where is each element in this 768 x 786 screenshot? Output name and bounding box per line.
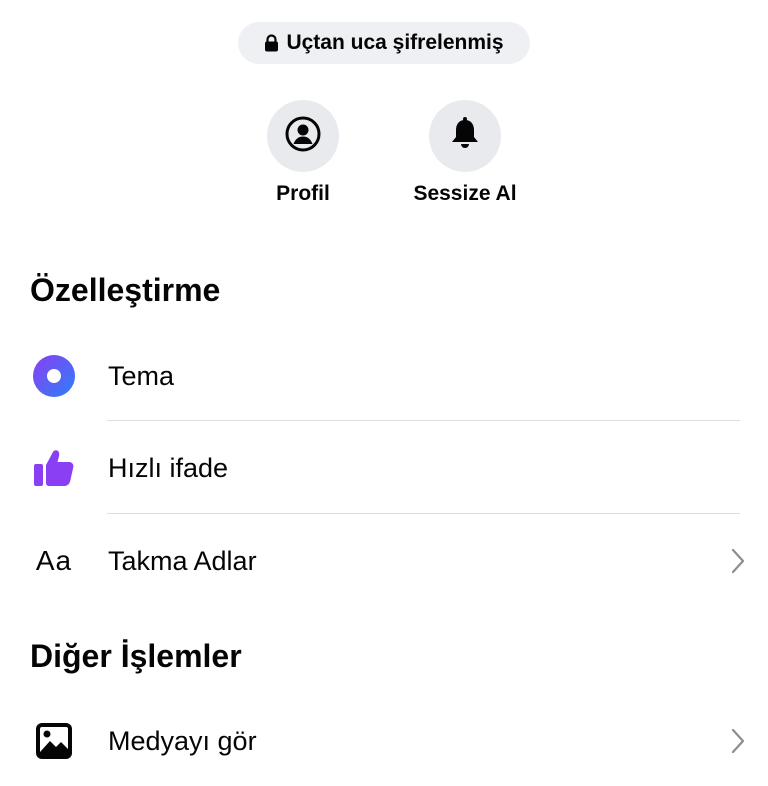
image-icon — [0, 722, 108, 760]
chevron-right-icon — [708, 728, 768, 754]
section-title-customization: Özelleştirme — [30, 272, 221, 308]
mute-button[interactable] — [429, 100, 501, 172]
bell-icon — [448, 116, 482, 157]
text-aa-icon: Aa — [35, 545, 73, 576]
list-item-view-media[interactable]: Medyayı gör — [0, 696, 768, 786]
thumbs-up-icon — [0, 448, 108, 488]
profile-label: Profil — [276, 182, 330, 205]
divider — [107, 420, 740, 421]
mute-action[interactable]: Sessize Al — [375, 100, 555, 206]
list-item-label-theme: Tema — [108, 360, 175, 391]
divider — [107, 513, 740, 514]
list-item-theme[interactable]: Tema — [0, 331, 768, 421]
list-item-label-nicknames: Takma Adlar — [108, 545, 257, 576]
list-item-label-view-media: Medyayı gör — [108, 725, 257, 756]
list-item-quick-reaction[interactable]: Hızlı ifade — [0, 423, 768, 513]
profile-icon — [284, 115, 322, 158]
encryption-badge[interactable]: Uçtan uca şifrelenmiş — [238, 22, 530, 64]
profile-action[interactable]: Profil — [213, 100, 393, 206]
chevron-right-icon — [708, 548, 768, 574]
mute-label: Sessize Al — [413, 182, 517, 205]
encryption-label: Uçtan uca şifrelenmiş — [286, 31, 504, 54]
theme-icon — [0, 354, 108, 398]
profile-button[interactable] — [267, 100, 339, 172]
list-item-nicknames[interactable]: Aa Takma Adlar — [0, 516, 768, 606]
lock-icon — [264, 34, 279, 52]
list-item-label-quick-reaction: Hızlı ifade — [108, 452, 229, 483]
section-title-other-actions: Diğer İşlemler — [30, 638, 242, 674]
